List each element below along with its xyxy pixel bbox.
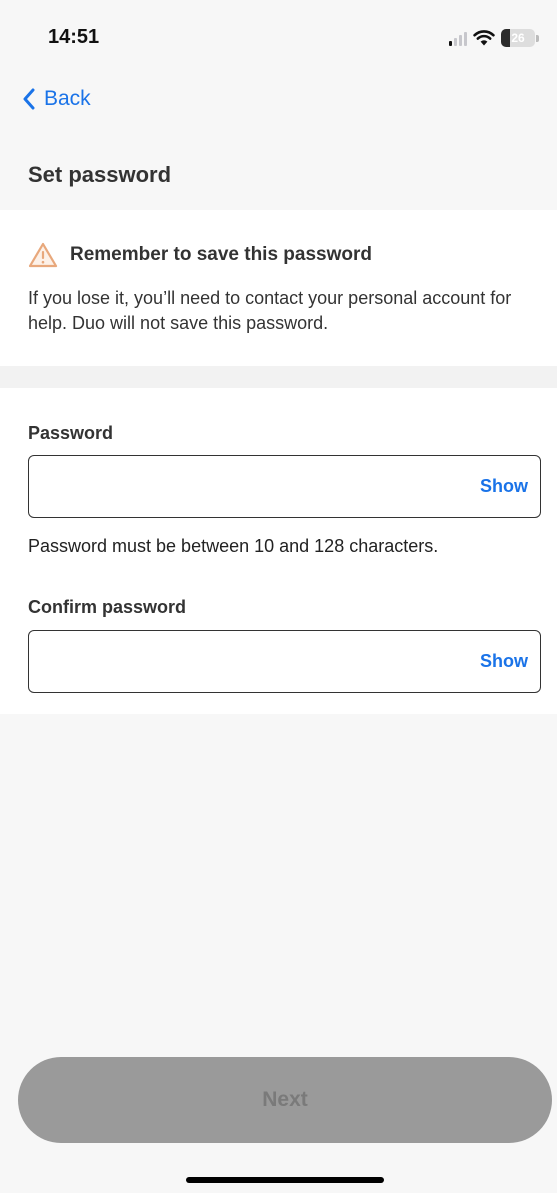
status-bar: 14:51 26 [0,0,557,72]
wifi-icon [473,30,495,46]
next-button[interactable]: Next [18,1057,552,1143]
battery-level: 26 [511,31,525,45]
page-title: Set password [28,162,172,187]
notice-body: If you lose it, you’ll need to contact y… [28,288,512,333]
section-divider [0,366,557,388]
battery-icon: 26 [501,29,535,47]
home-indicator[interactable] [186,1177,384,1183]
password-label: Password [28,423,114,443]
status-time: 14:51 [48,26,100,48]
notice-heading: Remember to save this password [28,242,372,268]
chevron-left-icon [23,88,35,110]
warning-icon [28,242,58,268]
confirm-password-show-toggle[interactable]: Show [480,651,528,672]
password-field[interactable]: Show [28,455,541,518]
status-icons: 26 [449,26,539,50]
confirm-password-input[interactable] [41,641,461,683]
confirm-password-field[interactable]: Show [28,630,541,693]
back-button[interactable]: Back [22,82,91,116]
password-input[interactable] [41,466,461,508]
confirm-password-label: Confirm password [28,597,187,617]
back-label: Back [44,87,91,110]
notice-title: Remember to save this password [70,244,372,265]
password-show-toggle[interactable]: Show [480,476,528,497]
password-helper-text: Password must be between 10 and 128 char… [28,536,439,556]
cellular-signal-icon [449,30,467,46]
battery-cap [536,34,539,42]
